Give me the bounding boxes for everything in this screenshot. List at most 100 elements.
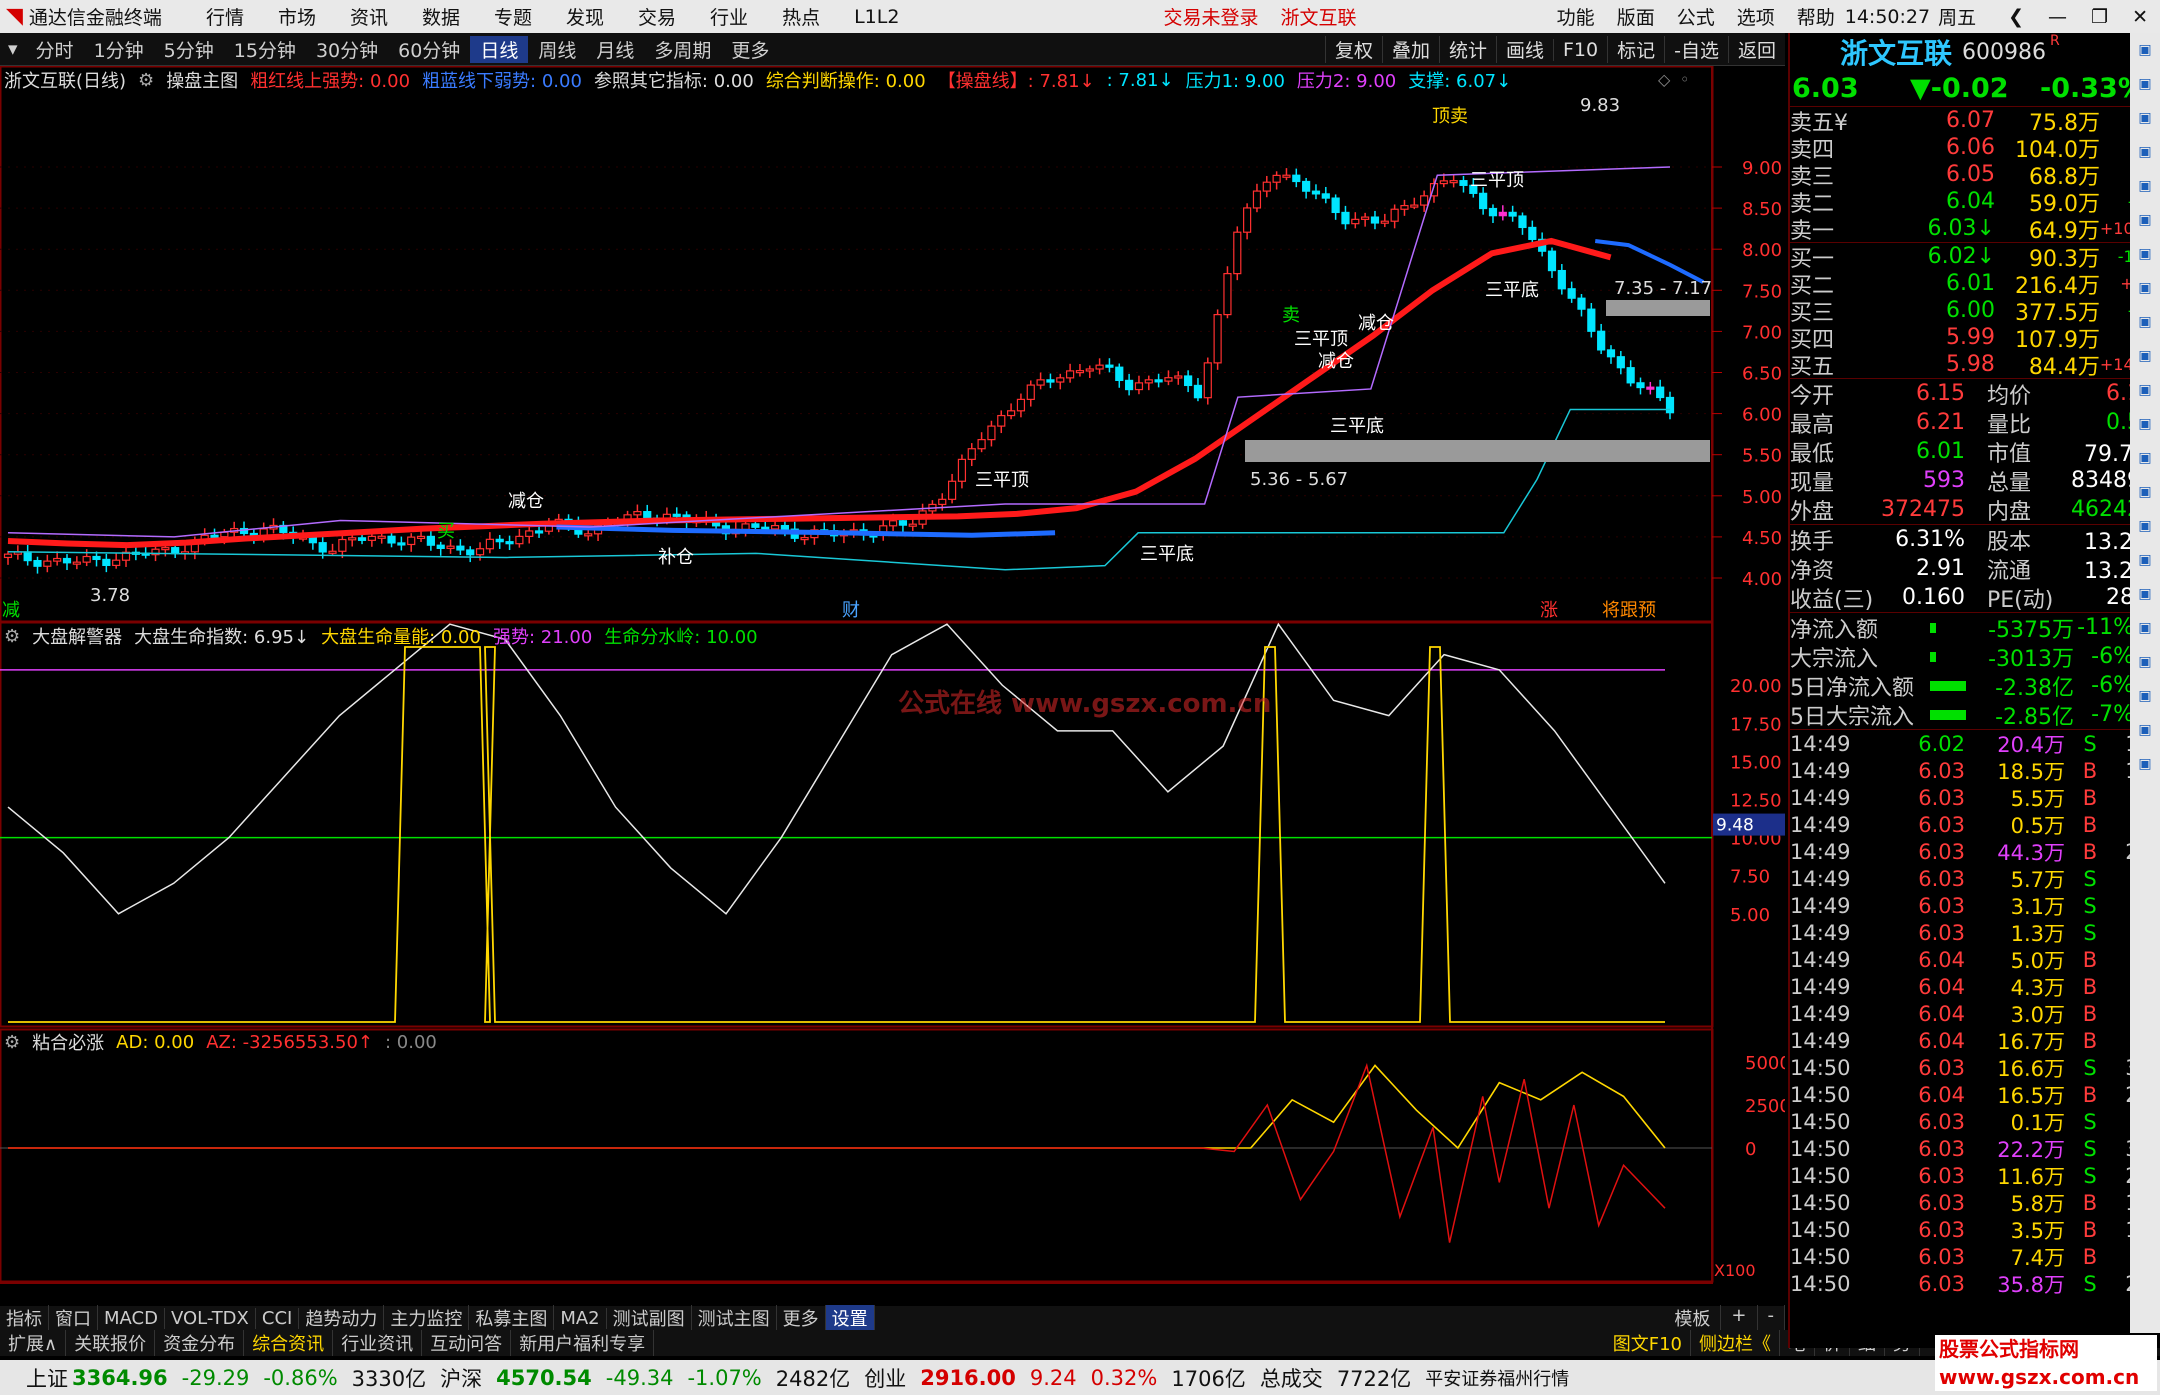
hint-icon[interactable]: ▣ xyxy=(2130,475,2160,509)
pen-icon[interactable]: ▣ xyxy=(2130,645,2160,679)
period-tab[interactable]: 月线 xyxy=(586,36,644,63)
indicator-tab[interactable]: MACD xyxy=(98,1307,165,1329)
indicator-tab[interactable]: VOL-TDX xyxy=(165,1307,256,1329)
doc-icon[interactable]: ▣ xyxy=(2130,373,2160,407)
indicator-tab[interactable]: 测试副图 xyxy=(607,1305,692,1331)
indicator-tab[interactable]: 趋势动力 xyxy=(299,1305,385,1331)
note-icon[interactable]: ▣ xyxy=(2130,441,2160,475)
indicator-tab[interactable]: 设置 xyxy=(825,1305,875,1331)
flow-icon[interactable]: ▣ xyxy=(2130,339,2160,373)
indicator-tab[interactable]: MA2 xyxy=(554,1307,607,1329)
sub2-indicator-name[interactable]: 粘合必涨 xyxy=(32,1029,104,1055)
book-row[interactable]: 买三6.00377.5万-69 xyxy=(1790,297,2160,326)
period-tab[interactable]: 更多 xyxy=(721,36,779,63)
period-tab[interactable]: 15分钟 xyxy=(224,36,306,63)
tick-list[interactable]: 14:496.0220.4万S1214:496.0318.5万B1014:496… xyxy=(1790,730,2160,1297)
status-cy-label[interactable]: 创业 xyxy=(864,1363,906,1393)
main-chart-pin-icon[interactable]: ◇ xyxy=(1658,70,1670,89)
book-row[interactable]: 卖二6.0459.0万-39 xyxy=(1790,188,2160,217)
grid-icon[interactable]: ▣ xyxy=(2130,169,2160,203)
toolbar-button[interactable]: 标记 xyxy=(1607,36,1664,63)
tool-icon[interactable]: ▣ xyxy=(2130,577,2160,611)
menu-item[interactable]: 公式 xyxy=(1677,3,1715,30)
up-icon[interactable]: ▣ xyxy=(2130,67,2160,101)
period-tab[interactable]: 分时 xyxy=(26,36,84,63)
toolbar-button[interactable]: -自选 xyxy=(1664,36,1728,63)
indicator-tab[interactable]: CCI xyxy=(256,1307,300,1329)
main-chart-close-icon[interactable]: ◦ xyxy=(1680,70,1689,89)
more-icon[interactable]: ▣ xyxy=(2130,509,2160,543)
zoom-in-icon[interactable]: ▣ xyxy=(2130,101,2160,135)
extension-right-button[interactable]: 侧边栏《 xyxy=(1691,1330,1780,1356)
close-icon[interactable]: ▣ xyxy=(2130,33,2160,67)
image-icon[interactable]: ▣ xyxy=(2130,713,2160,747)
indicator-tab[interactable]: 更多 xyxy=(777,1305,826,1331)
back-icon[interactable]: ❮ xyxy=(2008,6,2024,28)
book-row[interactable]: 买二6.01216.4万+13 xyxy=(1790,270,2160,299)
template-button[interactable]: + xyxy=(1721,1305,1758,1331)
period-tab[interactable]: 30分钟 xyxy=(306,36,388,63)
book-row[interactable]: 卖三 6.05 68.8万 xyxy=(1790,161,2160,190)
list-icon[interactable]: ▣ xyxy=(2130,271,2160,305)
menu-item[interactable]: 交易 xyxy=(638,3,676,30)
period-tab[interactable]: 5分钟 xyxy=(154,36,224,63)
status-sz-label[interactable]: 沪深 xyxy=(440,1363,482,1393)
settings-icon[interactable]: ⚙ xyxy=(138,70,154,91)
candle-icon[interactable]: ▣ xyxy=(2130,237,2160,271)
f5-icon[interactable]: ▣ xyxy=(2130,679,2160,713)
collapse-icon[interactable]: ▾ xyxy=(0,38,26,60)
indicator-tab[interactable]: 私募主图 xyxy=(469,1305,555,1331)
template-button[interactable]: - xyxy=(1758,1305,1785,1331)
book-row[interactable]: 买一6.02↓90.3万-145 xyxy=(1790,243,2160,272)
period-tab[interactable]: 多周期 xyxy=(644,36,721,63)
extension-right-button[interactable]: 图文F10 xyxy=(1605,1330,1691,1356)
toolbar-button[interactable]: 统计 xyxy=(1438,36,1496,63)
f10-icon[interactable]: ▣ xyxy=(2130,407,2160,441)
fund-icon[interactable]: ▣ xyxy=(2130,305,2160,339)
chart-area[interactable]: 2021年892021/10/11/一11121日线 9.00 8.50 8.00 7… xyxy=(0,66,1785,1284)
template-button[interactable]: 模板 xyxy=(1664,1305,1722,1331)
extension-tab[interactable]: 行业资讯 xyxy=(333,1330,423,1356)
main-indicator-name[interactable]: 操盘主图 xyxy=(166,67,238,93)
menu-item[interactable]: 市场 xyxy=(278,3,316,30)
menu-item[interactable]: 帮助 xyxy=(1797,3,1835,30)
book-row[interactable]: 卖五¥ 6.07 75.8万 xyxy=(1790,107,2160,136)
extension-tab[interactable]: 扩展∧ xyxy=(0,1330,67,1356)
period-tab[interactable]: 周线 xyxy=(528,36,586,63)
extension-tab[interactable]: 资金分布 xyxy=(155,1330,245,1356)
book-icon[interactable]: ▣ xyxy=(2130,747,2160,781)
menu-item[interactable]: 专题 xyxy=(494,3,532,30)
menu-item[interactable]: 版面 xyxy=(1617,3,1655,30)
book-row[interactable]: 买五 5.98 84.4万 +1411 xyxy=(1790,351,2160,380)
menu-item[interactable]: 行情 xyxy=(206,3,244,30)
extension-tab[interactable]: 综合资讯 xyxy=(244,1330,334,1356)
menu-item[interactable]: 选项 xyxy=(1737,3,1775,30)
menu-item[interactable]: 行业 xyxy=(710,3,748,30)
close-icon[interactable]: ✕ xyxy=(2132,6,2148,28)
toolbar-button[interactable]: 叠加 xyxy=(1381,36,1439,63)
extension-tab[interactable]: 互动问答 xyxy=(422,1330,512,1356)
settings-icon[interactable]: ⚙ xyxy=(4,626,20,647)
extension-tab[interactable]: 新用户福利专享 xyxy=(511,1330,655,1356)
period-tab[interactable]: 日线 xyxy=(470,35,529,63)
toolbar-button[interactable]: F10 xyxy=(1553,38,1607,61)
login-status[interactable]: 交易未登录 xyxy=(1163,3,1258,30)
menu-item[interactable]: 功能 xyxy=(1557,3,1595,30)
menu-item[interactable]: 资讯 xyxy=(350,3,388,30)
menu-item[interactable]: 数据 xyxy=(422,3,460,30)
book-row[interactable]: 卖四 6.06 104.0万 xyxy=(1790,134,2160,163)
indicator-tab[interactable]: 主力监控 xyxy=(384,1305,470,1331)
extension-tab[interactable]: 关联报价 xyxy=(66,1330,156,1356)
menu-item[interactable]: L1L2 xyxy=(854,6,899,28)
toolbar-button[interactable]: 返回 xyxy=(1727,36,1785,63)
book-row[interactable]: 买四 5.99 107.9万 xyxy=(1790,324,2160,353)
indicator-tab[interactable]: 指标 xyxy=(0,1305,49,1331)
line-chart-icon[interactable]: ▣ xyxy=(2130,203,2160,237)
toolbar-button[interactable]: 复权 xyxy=(1324,36,1382,63)
rsi-icon[interactable]: ▣ xyxy=(2130,543,2160,577)
sub1-indicator-name[interactable]: 大盘解警器 xyxy=(32,623,122,649)
period-tab[interactable]: 60分钟 xyxy=(388,36,470,63)
bar-chart-icon[interactable]: ▣ xyxy=(2130,135,2160,169)
minimize-icon[interactable]: — xyxy=(2048,6,2067,28)
indicator-tab[interactable]: 窗口 xyxy=(49,1305,98,1331)
